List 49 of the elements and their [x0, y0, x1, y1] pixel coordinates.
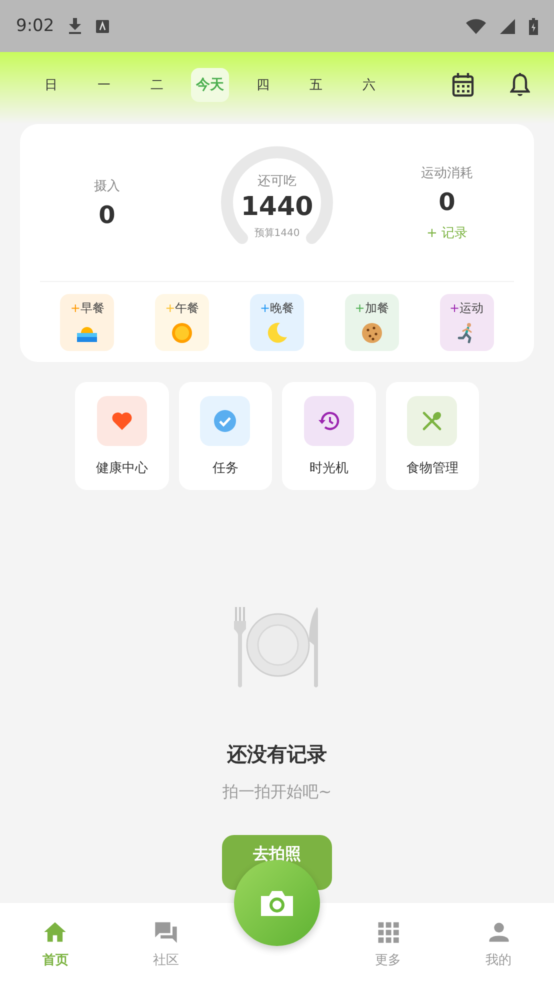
day-tab[interactable]: 一 [85, 68, 123, 102]
empty-subtitle: 拍一拍开始吧~ [222, 782, 332, 803]
moon-icon [266, 322, 288, 344]
shortcut-tile[interactable]: 时光机 [282, 382, 376, 490]
plus-sign: + [165, 301, 176, 315]
meal-label: 早餐 [80, 301, 104, 315]
calendar-icon[interactable] [452, 73, 474, 97]
day-tab[interactable]: 六 [350, 68, 388, 102]
day-tab[interactable]: 日 [32, 68, 70, 102]
empty-title: 还没有记录 [227, 741, 327, 768]
shortcut-tile[interactable]: 任务 [178, 382, 272, 490]
remaining-label: 还可吃 [258, 172, 296, 190]
meal-button[interactable]: +晚餐 [250, 294, 304, 351]
download-icon [68, 18, 82, 34]
budget-text: 预算1440 [254, 226, 300, 240]
signal-icon [500, 18, 515, 34]
check-icon [200, 396, 250, 446]
exercise-value: 0 [438, 188, 456, 216]
cookie-icon [360, 322, 383, 344]
meal-button[interactable]: +加餐 [344, 294, 399, 351]
plus-sign: + [354, 301, 365, 315]
status-time: 9:02 [16, 16, 54, 36]
day-tab[interactable]: 四 [244, 68, 282, 102]
exercise-label: 运动消耗 [421, 164, 473, 182]
camera-icon [261, 890, 293, 916]
meal-button[interactable]: +运动 [440, 294, 494, 351]
shortcut-tile[interactable]: 健康中心 [75, 382, 168, 490]
battery-icon [529, 18, 538, 34]
sun-icon [171, 322, 194, 344]
meal-label: 加餐 [364, 301, 389, 315]
remaining-value: 1440 [240, 192, 314, 222]
meal-label: 午餐 [175, 301, 200, 315]
day-tab[interactable]: 二 [138, 68, 176, 102]
wifi-icon [466, 18, 486, 34]
plus-sign: + [450, 301, 460, 315]
keyboard-icon [96, 20, 110, 32]
intake-label: 摄入 [94, 178, 120, 194]
bell-icon[interactable] [510, 73, 530, 97]
shortcut-tile[interactable]: 食物管理 [386, 382, 479, 490]
meal-label: 运动 [460, 301, 484, 315]
utensils-icon [407, 396, 458, 446]
plus-sign: + [70, 301, 80, 315]
history-icon [304, 396, 354, 446]
intake-value: 0 [98, 200, 116, 228]
meal-button[interactable]: +午餐 [155, 294, 210, 351]
day-tab[interactable]: 五 [297, 68, 335, 102]
meal-label: 晚餐 [270, 301, 294, 315]
meal-button[interactable]: +早餐 [60, 294, 114, 351]
plus-sign: + [260, 301, 270, 315]
